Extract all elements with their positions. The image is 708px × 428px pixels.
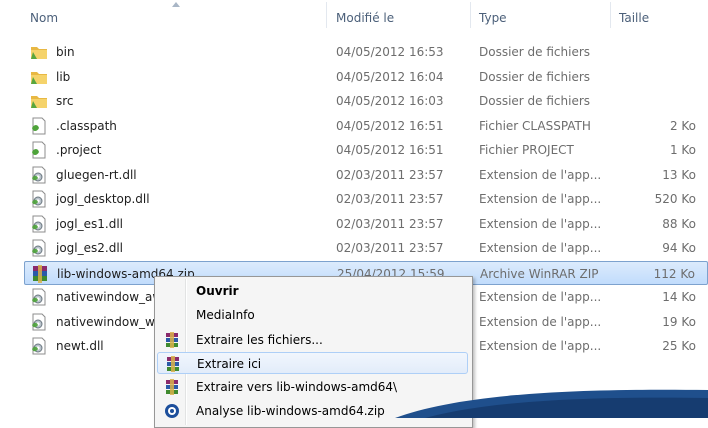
column-name-header[interactable]: Nom: [30, 11, 58, 25]
file-modified-date: 04/05/2012 16:53: [336, 45, 444, 59]
file-name: src: [56, 94, 74, 108]
file-row[interactable]: src 04/05/2012 16:03 Dossier de fichiers: [24, 89, 708, 113]
winrar-icon: [166, 332, 178, 348]
menu-item-label: Analyse lib-windows-amd64.zip: [196, 404, 385, 418]
sort-ascending-icon: [172, 2, 180, 7]
dll-icon: [30, 288, 48, 306]
file-size: 88 Ko: [662, 216, 696, 231]
menu-item-label: Extraire les fichiers...: [196, 333, 323, 347]
desktop-wave-decoration: [395, 389, 708, 418]
file-name: lib: [56, 69, 71, 84]
file-size: 112 Ko: [653, 266, 695, 281]
file-modified-date: 04/05/2012 16:03: [336, 94, 444, 108]
column-header: Nom Modifié le Type Taille: [0, 0, 708, 30]
file-name: newt.dll: [56, 339, 104, 353]
file-name: .classpath: [56, 118, 117, 133]
folder-icon: [30, 43, 48, 61]
dll-icon: [30, 190, 48, 208]
file-modified-date: 02/03/2011 23:57: [336, 241, 444, 255]
file-type: Extension de l'app...: [479, 192, 602, 206]
winrar-icon: [166, 379, 178, 395]
file-size: 25 Ko: [662, 339, 696, 353]
file-row[interactable]: lib 04/05/2012 16:04 Dossier de fichiers: [24, 65, 708, 89]
dll-icon: [30, 166, 48, 184]
shield-scan-icon: [165, 404, 179, 418]
file-size: 1 Ko: [669, 143, 696, 157]
file-name: jogl_es1.dll: [56, 216, 123, 231]
winrar-icon: [167, 356, 179, 372]
menu-item-mediainfo[interactable]: MediaInfo: [157, 304, 468, 326]
menu-item-extract-files[interactable]: Extraire les fichiers...: [157, 329, 468, 351]
file-type: Fichier PROJECT: [479, 143, 574, 157]
folder-icon: [30, 92, 48, 110]
menu-item-label: Extraire ici: [197, 357, 262, 371]
file-row[interactable]: jogl_es1.dll 02/03/2011 23:57 Extension de…: [24, 212, 708, 236]
column-divider[interactable]: [470, 2, 471, 28]
file-size: 14 Ko: [662, 290, 696, 304]
file-name: .project: [56, 143, 102, 157]
column-divider[interactable]: [326, 2, 327, 28]
file-size: 13 Ko: [662, 167, 696, 182]
file-modified-date: 02/03/2011 23:57: [336, 216, 444, 231]
file-size: 2 Ko: [669, 118, 696, 133]
file-type: Extension de l'app...: [479, 216, 602, 231]
file-type: Dossier de fichiers: [479, 69, 591, 84]
file-row[interactable]: .classpath 04/05/2012 16:51 Fichier CLASSP…: [24, 114, 708, 138]
menu-item-open[interactable]: Ouvrir: [157, 280, 468, 302]
column-type-header[interactable]: Type: [479, 11, 507, 25]
file-modified-date: 04/05/2012 16:51: [336, 118, 444, 133]
file-row[interactable]: gluegen-rt.dll 02/03/2011 23:57 Extension …: [24, 163, 708, 187]
column-divider[interactable]: [610, 2, 611, 28]
file-name: jogl_desktop.dll: [56, 192, 150, 206]
file-modified-date: 02/03/2011 23:57: [336, 192, 444, 206]
file-modified-date: 04/05/2012 16:51: [336, 143, 444, 157]
file-name: bin: [56, 45, 75, 59]
column-modified-header[interactable]: Modifié le: [336, 11, 394, 25]
file-name: jogl_es2.dll: [56, 241, 123, 255]
menu-item-label: MediaInfo: [196, 308, 255, 322]
dll-icon: [30, 239, 48, 257]
menu-item-extract-here[interactable]: Extraire ici: [157, 352, 468, 374]
document-icon: [30, 117, 48, 135]
menu-item-label: Ouvrir: [196, 284, 239, 298]
file-type: Archive WinRAR ZIP: [480, 266, 599, 281]
file-type: Extension de l'app...: [479, 290, 602, 304]
dll-icon: [30, 313, 48, 331]
winrar-icon: [31, 264, 49, 283]
file-row[interactable]: jogl_desktop.dll 02/03/2011 23:57 Extensio…: [24, 187, 708, 211]
file-type: Extension de l'app...: [479, 314, 602, 329]
file-modified-date: 02/03/2011 23:57: [336, 167, 444, 182]
file-size: 19 Ko: [662, 314, 696, 329]
file-size: 520 Ko: [654, 192, 696, 206]
file-row[interactable]: .project 04/05/2012 16:51 Fichier PROJECT 1…: [24, 138, 708, 162]
file-size: 94 Ko: [662, 241, 696, 255]
file-row[interactable]: jogl_es2.dll 02/03/2011 23:57 Extension de…: [24, 236, 708, 260]
dll-icon: [30, 337, 48, 355]
column-size-header[interactable]: Taille: [619, 11, 649, 25]
file-type: Dossier de fichiers: [479, 45, 591, 59]
file-type: Fichier CLASSPATH: [479, 118, 591, 133]
file-type: Extension de l'app...: [479, 339, 602, 353]
file-type: Dossier de fichiers: [479, 94, 591, 108]
menu-item-label: Extraire vers lib-windows-amd64\: [196, 380, 398, 394]
document-icon: [30, 141, 48, 159]
file-type: Extension de l'app...: [479, 167, 602, 182]
file-row[interactable]: bin 04/05/2012 16:53 Dossier de fichiers: [24, 40, 708, 64]
file-type: Extension de l'app...: [479, 241, 602, 255]
folder-icon: [30, 68, 48, 86]
file-modified-date: 04/05/2012 16:04: [336, 69, 444, 84]
file-name: gluegen-rt.dll: [56, 167, 137, 182]
dll-icon: [30, 215, 48, 233]
